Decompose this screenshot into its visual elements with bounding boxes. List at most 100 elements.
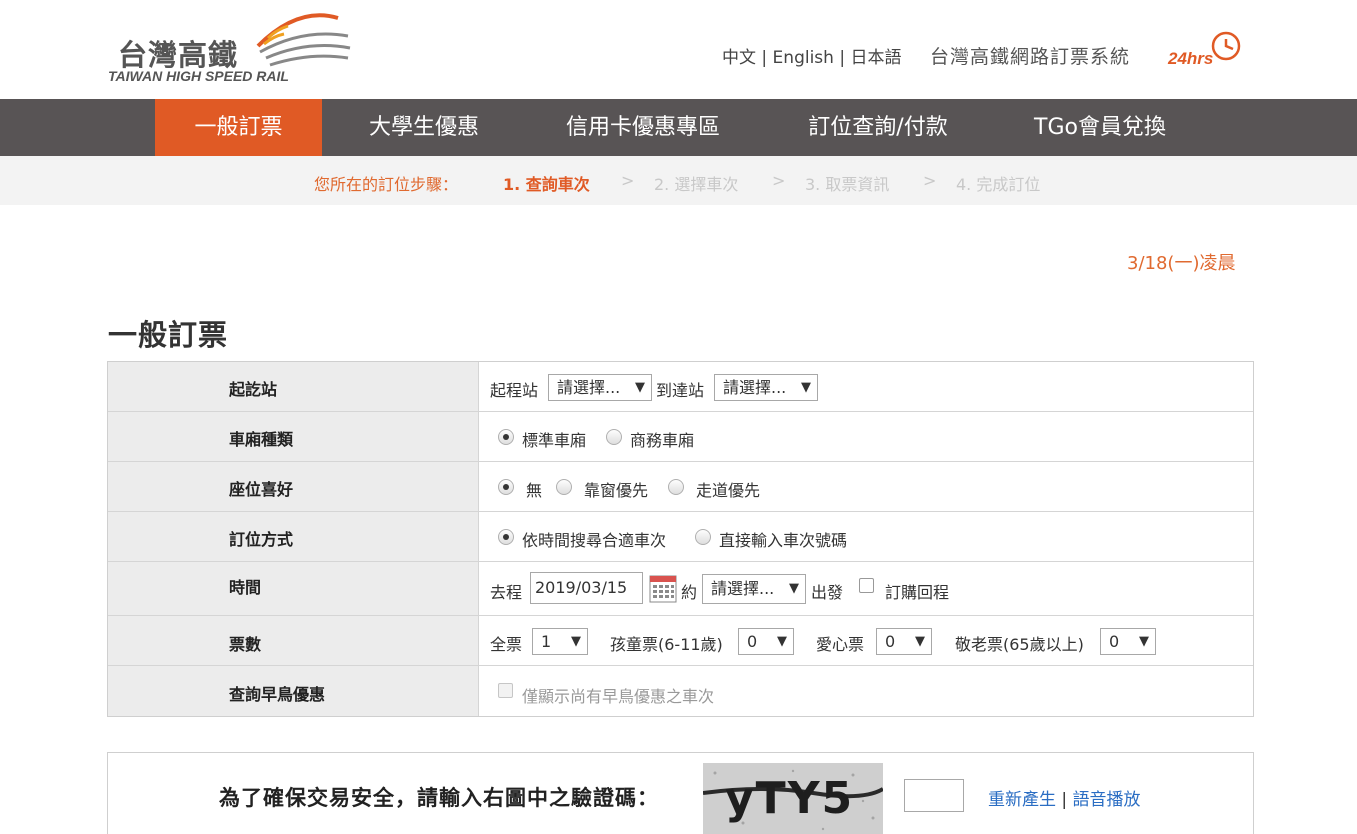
seat-pref-label: 座位喜好 bbox=[229, 480, 294, 499]
seat-window-label: 靠窗優先 bbox=[584, 481, 649, 500]
from-station-label: 起程站 bbox=[490, 381, 539, 400]
seat-window-radio[interactable] bbox=[556, 479, 572, 495]
nav-tab-credit-card[interactable]: 信用卡優惠專區 bbox=[543, 99, 743, 156]
lang-separator: | bbox=[833, 48, 851, 68]
swoosh-icon bbox=[256, 13, 351, 67]
hrs-badge-text: 24hrs bbox=[1167, 49, 1213, 68]
step-separator: > bbox=[621, 171, 635, 190]
row-tickets: 票數 全票 1 ▼ 孩童票(6-11歲) 0 ▼ 愛心票 0 ▼ 敬老票(65歲… bbox=[108, 616, 1253, 666]
return-trip-label: 訂購回程 bbox=[885, 583, 950, 602]
car-type-standard-radio[interactable] bbox=[498, 429, 514, 445]
row-time: 時間 去程 2019/03/15 約 請選擇... ▼ 出發 訂購回程 bbox=[108, 562, 1253, 616]
dropdown-arrow-icon: ▼ bbox=[915, 634, 925, 649]
time-label: 時間 bbox=[229, 578, 262, 597]
lang-separator: | bbox=[756, 48, 773, 68]
adult-ticket-value: 1 bbox=[541, 632, 552, 651]
clock-24hrs-icon: 24hrs bbox=[1167, 31, 1241, 68]
departure-time-value: 請選擇... bbox=[711, 579, 775, 598]
from-station-value: 請選擇... bbox=[557, 378, 621, 397]
step-separator: > bbox=[772, 171, 786, 190]
to-station-select[interactable]: 請選擇... ▼ bbox=[714, 374, 818, 401]
stations-label: 起訖站 bbox=[229, 380, 278, 399]
approx-label: 約 bbox=[681, 583, 698, 602]
row-early-bird: 查詢早鳥優惠 僅顯示尚有早鳥優惠之車次 bbox=[108, 666, 1253, 716]
lang-en-link[interactable]: English bbox=[773, 48, 834, 68]
captcha-link-separator: | bbox=[1056, 790, 1073, 810]
dropdown-arrow-icon: ▼ bbox=[789, 581, 799, 596]
dropdown-arrow-icon: ▼ bbox=[1139, 634, 1149, 649]
captcha-input[interactable] bbox=[904, 779, 964, 812]
nav-tab-tgo[interactable]: TGo會員兌換 bbox=[1015, 99, 1185, 156]
departure-date-value: 2019/03/15 bbox=[535, 578, 628, 597]
child-ticket-label: 孩童票(6-11歲) bbox=[610, 635, 723, 654]
car-type-business-label: 商務車廂 bbox=[630, 431, 695, 450]
row-seat-pref: 座位喜好 無 靠窗優先 走道優先 bbox=[108, 462, 1253, 512]
booking-steps: 您所在的訂位步驟： 1. 查詢車次 > 2. 選擇車次 > 3. 取票資訊 > … bbox=[0, 156, 1357, 205]
step-2: 2. 選擇車次 bbox=[654, 175, 739, 194]
captcha-image: yTY5 bbox=[703, 763, 883, 834]
step-separator: > bbox=[923, 171, 937, 190]
seat-none-radio[interactable] bbox=[498, 479, 514, 495]
tickets-label: 票數 bbox=[229, 635, 262, 654]
captcha-audio-link[interactable]: 語音播放 bbox=[1073, 790, 1141, 810]
page-title: 一般訂票 bbox=[108, 318, 229, 352]
row-stations: 起訖站 起程站 請選擇... ▼ 到達站 請選擇... ▼ bbox=[108, 362, 1253, 412]
nav-tab-student[interactable]: 大學生優惠 bbox=[345, 99, 503, 156]
captcha-section: 為了確保交易安全，請輸入右圖中之驗證碼： yTY5 重新產生 | 語音播放 bbox=[107, 752, 1254, 834]
method-time-search-radio[interactable] bbox=[498, 529, 514, 545]
depart-label: 出發 bbox=[811, 583, 844, 602]
step-3: 3. 取票資訊 bbox=[805, 175, 890, 194]
senior-ticket-select[interactable]: 0 ▼ bbox=[1100, 628, 1156, 655]
step-1-current: 1. 查詢車次 bbox=[503, 175, 590, 194]
senior-ticket-label: 敬老票(65歲以上) bbox=[955, 635, 1084, 654]
senior-ticket-value: 0 bbox=[1109, 632, 1120, 651]
early-bird-option-label: 僅顯示尚有早鳥優惠之車次 bbox=[522, 687, 715, 706]
seat-aisle-label: 走道優先 bbox=[696, 481, 761, 500]
departure-date-input[interactable]: 2019/03/15 bbox=[530, 572, 643, 604]
captcha-regenerate-link[interactable]: 重新產生 bbox=[988, 790, 1056, 810]
method-train-number-radio[interactable] bbox=[695, 529, 711, 545]
nav-tab-general-booking[interactable]: 一般訂票 bbox=[155, 99, 322, 156]
system-title: 台灣高鐵網路訂票系統 bbox=[930, 46, 1131, 68]
from-station-select[interactable]: 請選擇... ▼ bbox=[548, 374, 652, 401]
method-time-search-label: 依時間搜尋合適車次 bbox=[522, 531, 667, 550]
child-ticket-select[interactable]: 0 ▼ bbox=[738, 628, 794, 655]
calendar-icon[interactable] bbox=[649, 573, 677, 603]
captcha-links: 重新產生 | 語音播放 bbox=[988, 785, 1141, 810]
dropdown-arrow-icon: ▼ bbox=[635, 380, 645, 395]
thsr-logo[interactable]: 台灣高鐵 TAIWAN HIGH SPEED RAIL bbox=[108, 8, 358, 88]
captcha-label: 為了確保交易安全，請輸入右圖中之驗證碼： bbox=[219, 786, 659, 810]
adult-ticket-label: 全票 bbox=[490, 635, 523, 654]
row-booking-method: 訂位方式 依時間搜尋合適車次 直接輸入車次號碼 bbox=[108, 512, 1253, 562]
to-station-label: 到達站 bbox=[656, 381, 705, 400]
departure-time-select[interactable]: 請選擇... ▼ bbox=[702, 574, 806, 604]
lang-ja-link[interactable]: 日本語 bbox=[850, 48, 901, 68]
site-header: 台灣高鐵 TAIWAN HIGH SPEED RAIL 中文 | English… bbox=[0, 0, 1357, 99]
row-car-type: 車廂種類 標準車廂 商務車廂 bbox=[108, 412, 1253, 462]
seat-aisle-radio[interactable] bbox=[668, 479, 684, 495]
nav-tab-booking-query[interactable]: 訂位查詢/付款 bbox=[788, 99, 968, 156]
steps-lead: 您所在的訂位步驟： bbox=[314, 175, 459, 194]
seat-none-label: 無 bbox=[526, 481, 543, 500]
dropdown-arrow-icon: ▼ bbox=[801, 380, 811, 395]
to-station-value: 請選擇... bbox=[723, 378, 787, 397]
step-4: 4. 完成訂位 bbox=[956, 175, 1041, 194]
date-notice: 3/18(一)凌晨 bbox=[1127, 253, 1236, 274]
car-type-label: 車廂種類 bbox=[229, 430, 294, 449]
return-trip-checkbox[interactable] bbox=[859, 578, 874, 593]
lang-zh-link[interactable]: 中文 bbox=[722, 48, 756, 68]
booking-form: 起訖站 起程站 請選擇... ▼ 到達站 請選擇... ▼ 車廂種類 標準車廂 … bbox=[107, 361, 1254, 717]
booking-method-label: 訂位方式 bbox=[229, 530, 294, 549]
captcha-text: yTY5 bbox=[725, 773, 854, 824]
disabled-ticket-select[interactable]: 0 ▼ bbox=[876, 628, 932, 655]
adult-ticket-select[interactable]: 1 ▼ bbox=[532, 628, 588, 655]
outbound-label: 去程 bbox=[490, 583, 523, 602]
dropdown-arrow-icon: ▼ bbox=[571, 634, 581, 649]
car-type-business-radio[interactable] bbox=[606, 429, 622, 445]
child-ticket-value: 0 bbox=[747, 632, 758, 651]
language-switcher: 中文 | English | 日本語 bbox=[722, 43, 901, 68]
dropdown-arrow-icon: ▼ bbox=[777, 634, 787, 649]
early-bird-checkbox[interactable] bbox=[498, 683, 513, 698]
car-type-standard-label: 標準車廂 bbox=[522, 431, 587, 450]
disabled-ticket-label: 愛心票 bbox=[816, 635, 865, 654]
